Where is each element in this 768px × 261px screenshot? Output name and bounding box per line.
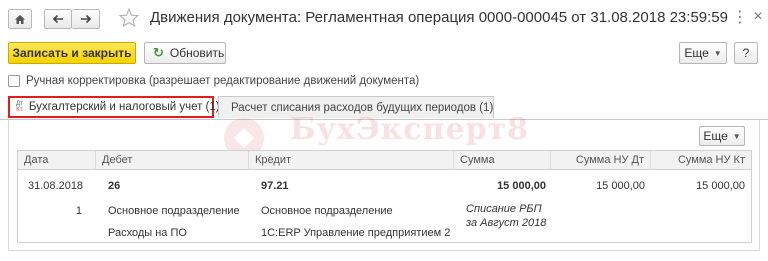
column-header-amount-nu-dt[interactable]: Сумма НУ Дт bbox=[551, 151, 651, 170]
more-button[interactable]: Еще ▼ bbox=[679, 42, 727, 64]
manual-edit-label: Ручная корректировка (разрешает редактир… bbox=[26, 75, 420, 87]
more-label: Еще bbox=[684, 46, 709, 60]
cell-number: 1 bbox=[75, 205, 82, 217]
cell-credit-subconto-2: 1С:ERP Управление предприятием 2 bbox=[261, 227, 451, 239]
close-icon[interactable]: × bbox=[750, 8, 766, 26]
column-header-debit[interactable]: Дебет bbox=[96, 151, 249, 170]
caret-down-icon: ▼ bbox=[713, 48, 722, 58]
refresh-label: Обновить bbox=[169, 46, 225, 60]
cell-debit-subconto-2: Расходы на ПО bbox=[108, 227, 187, 239]
star-icon[interactable] bbox=[118, 7, 140, 29]
column-header-date[interactable]: Дата bbox=[18, 151, 96, 170]
cell-debit-subconto-1: Основное подразделение bbox=[108, 205, 240, 217]
cell-content-line-1: Списание РБП bbox=[466, 203, 542, 215]
cell-credit-subconto-1: Основное подразделение bbox=[261, 205, 393, 217]
table-more-button[interactable]: Еще ▼ bbox=[699, 126, 745, 146]
table-header: Дата Дебет Кредит Сумма Сумма НУ Дт Сумм… bbox=[18, 151, 751, 170]
table-more-label: Еще bbox=[703, 129, 728, 143]
dt-kt-icon: Дт Кт bbox=[16, 101, 23, 113]
back-button[interactable] bbox=[44, 9, 72, 29]
postings-table[interactable]: Дата Дебет Кредит Сумма Сумма НУ Дт Сумм… bbox=[17, 150, 752, 243]
save-and-close-button[interactable]: Записать и закрыть bbox=[8, 42, 136, 64]
column-header-amount-nu-kt[interactable]: Сумма НУ Кт bbox=[651, 151, 751, 170]
cell-debit-account: 26 bbox=[108, 180, 121, 192]
tab-deferred-expenses[interactable]: Расчет списания расходов будущих периодо… bbox=[218, 96, 494, 118]
kebab-menu-icon[interactable]: ⋮ bbox=[732, 8, 748, 26]
help-button[interactable]: ? bbox=[734, 42, 758, 64]
column-header-credit[interactable]: Кредит bbox=[249, 151, 454, 170]
refresh-button[interactable]: ↻ Обновить bbox=[144, 42, 226, 64]
tab-strip: Дт Кт Бухгалтерский и налоговый учет (1) … bbox=[0, 96, 768, 118]
cell-amount: 15 000,00 bbox=[497, 180, 546, 192]
cell-credit-account: 97.21 bbox=[261, 180, 289, 192]
manual-edit-row: Ручная корректировка (разрешает редактир… bbox=[8, 74, 419, 88]
back-arrow-icon bbox=[52, 14, 63, 24]
title-bar: Движения документа: Регламентная операци… bbox=[0, 0, 768, 36]
manual-edit-checkbox[interactable] bbox=[8, 75, 20, 87]
refresh-icon: ↻ bbox=[153, 45, 164, 60]
forward-arrow-icon bbox=[80, 14, 91, 24]
column-header-amount[interactable]: Сумма bbox=[454, 151, 551, 170]
caret-down-icon: ▼ bbox=[732, 131, 741, 141]
home-button[interactable] bbox=[8, 9, 32, 29]
window-title: Движения документа: Регламентная операци… bbox=[150, 9, 728, 26]
command-bar: Записать и закрыть ↻ Обновить Еще ▼ ? bbox=[0, 42, 768, 66]
tab-accounting-label: Бухгалтерский и налоговый учет (1) bbox=[28, 101, 220, 113]
tab-accounting[interactable]: Дт Кт Бухгалтерский и налоговый учет (1) bbox=[8, 96, 220, 118]
cell-amount-nu-dt: 15 000,00 bbox=[596, 180, 645, 192]
home-icon bbox=[15, 14, 25, 24]
tab-deferred-expenses-label: Расчет списания расходов будущих периодо… bbox=[231, 101, 494, 114]
cell-amount-nu-kt: 15 000,00 bbox=[696, 180, 745, 192]
forward-button[interactable] bbox=[72, 9, 100, 29]
cell-date: 31.08.2018 bbox=[28, 180, 84, 192]
cell-content-line-2: за Август 2018 bbox=[466, 217, 547, 229]
